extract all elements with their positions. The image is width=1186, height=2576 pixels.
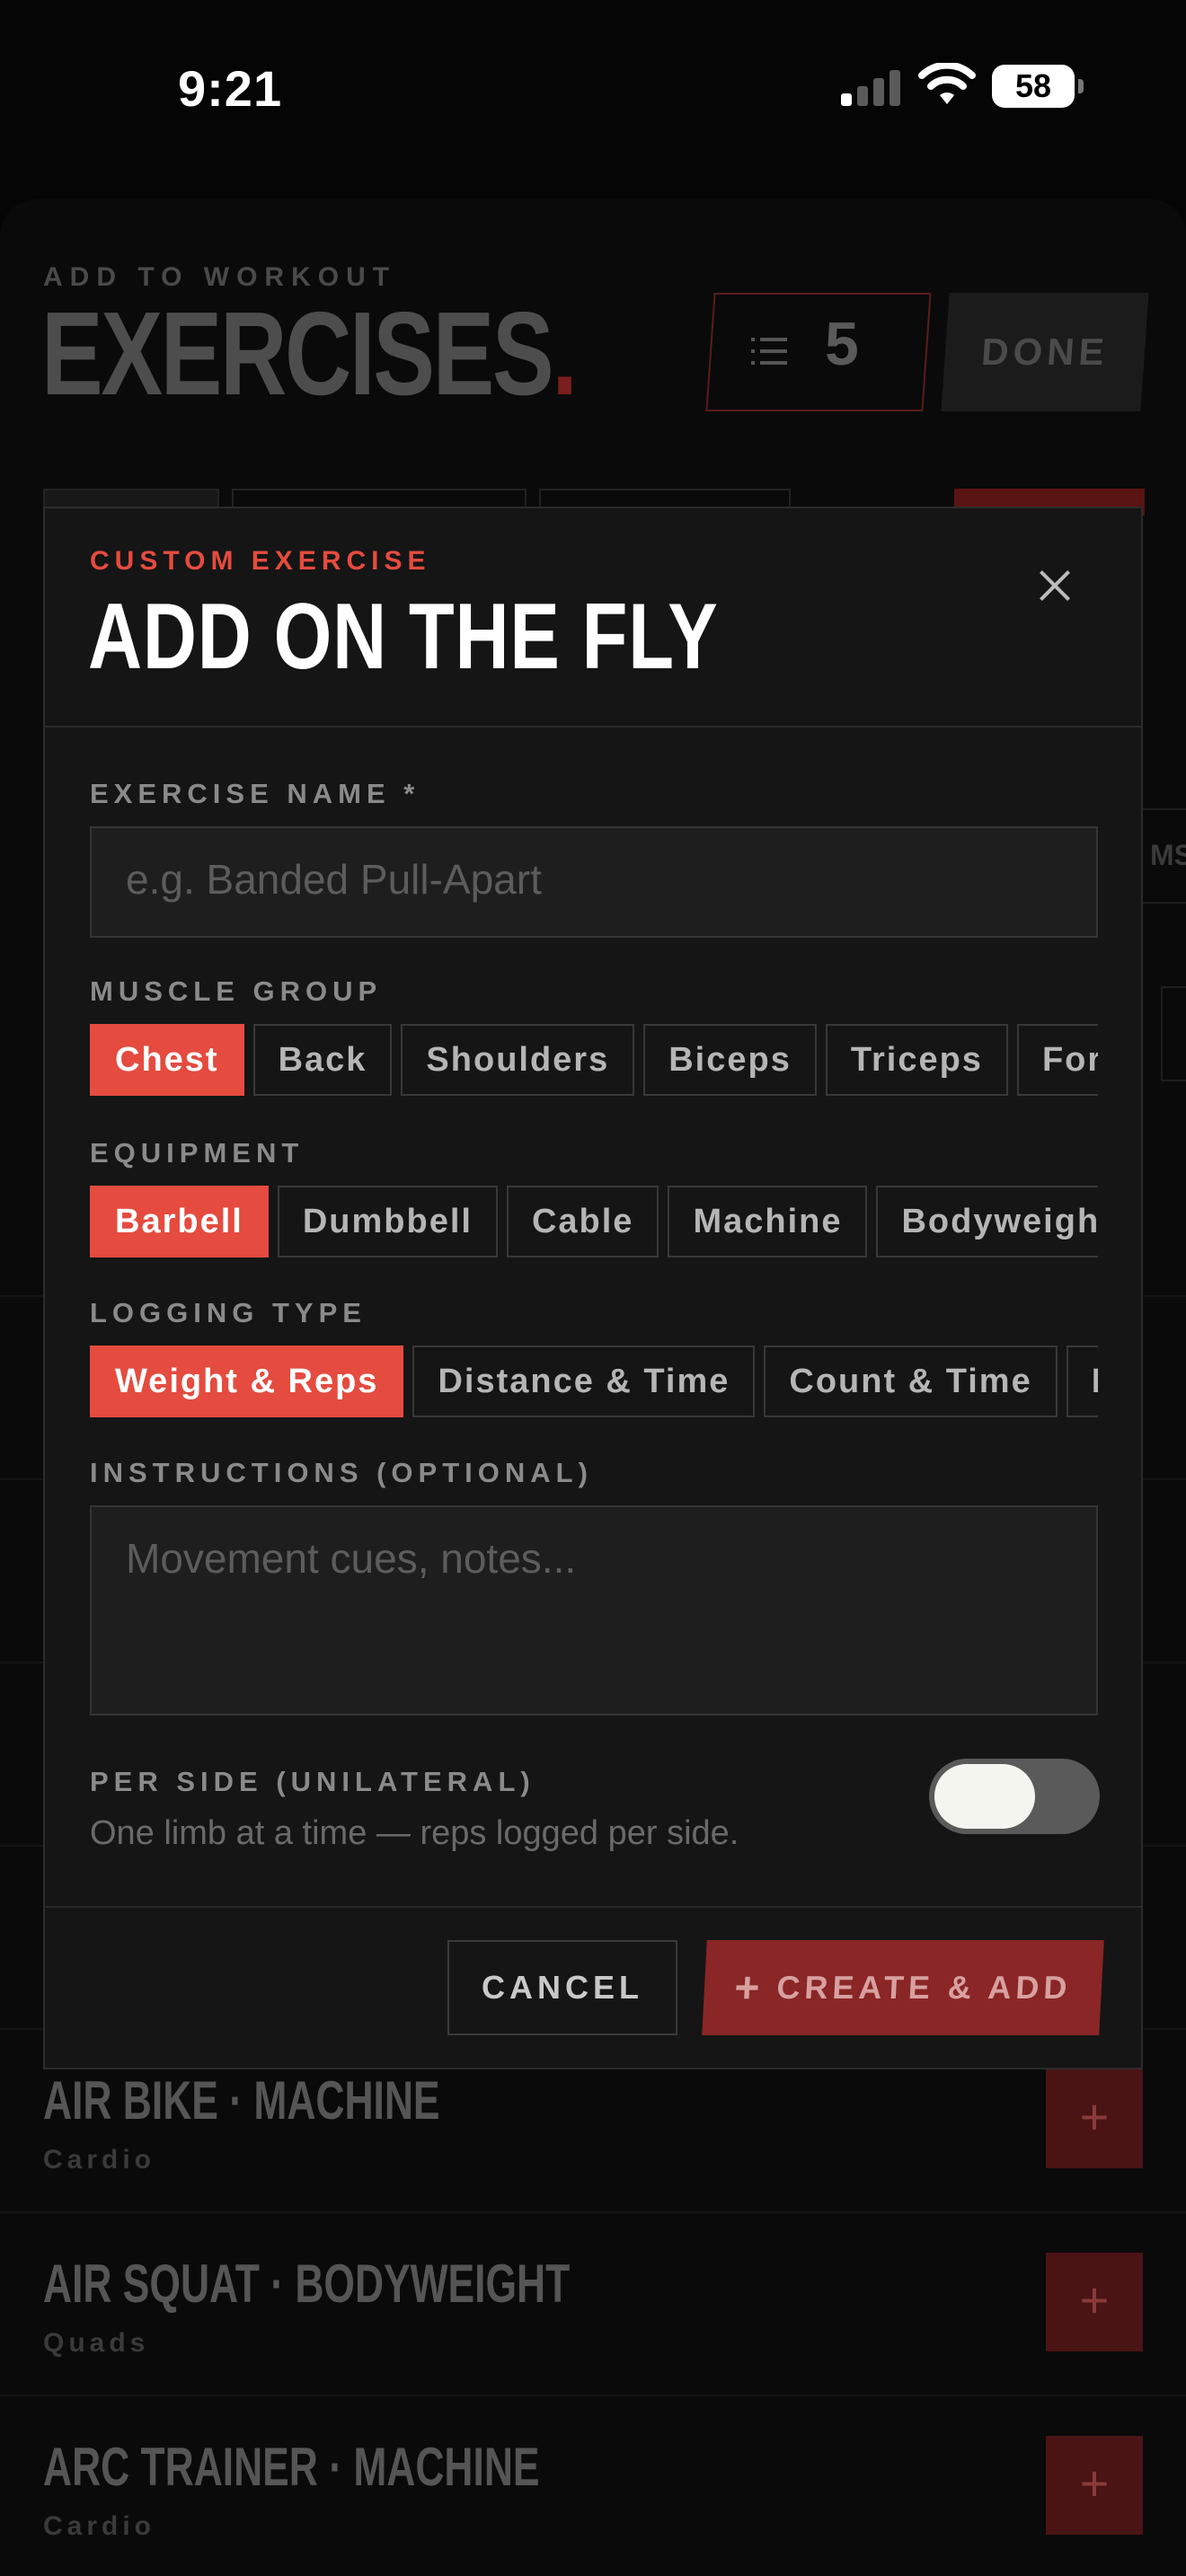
chip-biceps[interactable]: Biceps — [643, 1024, 817, 1096]
logging-type-chips: Weight & Reps Distance & Time Count & Time… — [90, 1345, 1098, 1421]
chip-bodyweight[interactable]: Bodyweight — [876, 1186, 1098, 1257]
muscle-group-label: MUSCLE GROUP — [90, 975, 383, 1007]
logging-type-label: LOGGING TYPE — [90, 1297, 367, 1328]
selected-count-button[interactable] — [705, 293, 932, 411]
custom-exercise-modal: CUSTOM EXERCISE ADD ON THE FLY EXERCISE … — [43, 507, 1143, 2069]
exercise-muscle: Quads — [43, 2328, 150, 2358]
chip-hold[interactable]: Hold — [1066, 1345, 1098, 1417]
status-bar: 9:21 58 — [0, 0, 1186, 171]
toggle-knob — [934, 1764, 1035, 1829]
cellular-signal-icon — [841, 68, 900, 106]
equipment-label: EQUIPMENT — [90, 1137, 305, 1169]
create-and-add-label: CREATE & ADD — [775, 1969, 1073, 2006]
exercise-title: AIR SQUAT · BODYWEIGHT — [43, 2254, 571, 2314]
muscle-group-chips: ChestBackShouldersBicepsTricepsForearms — [90, 1024, 1098, 1099]
add-exercise-button[interactable]: + — [1046, 2253, 1143, 2351]
modal-footer-divider — [45, 1906, 1141, 1908]
exercise-name-input[interactable]: e.g. Banded Pull-Apart — [90, 826, 1098, 938]
per-side-toggle[interactable] — [929, 1759, 1100, 1834]
per-side-label: PER SIDE (UNILATERAL) — [90, 1766, 535, 1797]
battery-icon: 58 — [992, 65, 1084, 108]
modal-header: CUSTOM EXERCISE ADD ON THE FLY — [45, 508, 1141, 728]
modal-title: ADD ON THE FLY — [88, 585, 719, 689]
filter-tab-partial[interactable]: MS — [1141, 808, 1186, 904]
equipment-chips: Barbell Dumbbell Cable Machine Bodyweight — [90, 1186, 1098, 1261]
done-button[interactable]: DONE — [941, 293, 1149, 411]
chip-barbell[interactable]: Barbell — [90, 1186, 269, 1257]
cancel-button[interactable]: CANCEL — [447, 1940, 677, 2035]
filter-tab-partial[interactable] — [1161, 986, 1186, 1081]
chip-shoulders[interactable]: Shoulders — [401, 1024, 635, 1096]
list-item[interactable]: AIR SQUAT · BODYWEIGHT Quads + — [0, 2235, 1186, 2418]
chip-triceps[interactable]: Triceps — [825, 1024, 1008, 1096]
instructions-textarea[interactable]: Movement cues, notes... — [90, 1505, 1098, 1716]
chip-machine[interactable]: Machine — [668, 1186, 868, 1257]
status-time: 9:21 — [178, 60, 283, 117]
chip-cable[interactable]: Cable — [506, 1186, 659, 1257]
modal-eyebrow: CUSTOM EXERCISE — [90, 546, 431, 576]
chip-chest[interactable]: Chest — [90, 1024, 244, 1096]
chip-weight-reps[interactable]: Weight & Reps — [90, 1345, 404, 1417]
chip-forearms[interactable]: Forearms — [1016, 1024, 1098, 1096]
plus-icon: + — [733, 1964, 766, 2012]
exercise-title: AIR BIKE · MACHINE — [43, 2070, 440, 2130]
chip-count-time[interactable]: Count & Time — [764, 1345, 1058, 1417]
exercise-muscle: Cardio — [43, 2511, 156, 2541]
list-item[interactable]: ARC TRAINER · MACHINE Cardio + — [0, 2418, 1186, 2576]
create-and-add-button[interactable]: + CREATE & ADD — [702, 1940, 1104, 2035]
chip-back[interactable]: Back — [252, 1024, 393, 1096]
selected-count: 5 — [825, 310, 859, 378]
add-exercise-button[interactable]: + — [1046, 2436, 1143, 2535]
chip-distance-time[interactable]: Distance & Time — [412, 1345, 756, 1417]
wifi-icon — [918, 63, 976, 104]
list-icon — [751, 338, 787, 366]
exercise-title: ARC TRAINER · MACHINE — [43, 2437, 540, 2497]
exercise-muscle: Cardio — [43, 2145, 156, 2175]
list-item[interactable]: AIR BIKE · MACHINE Cardio + — [0, 2051, 1186, 2235]
close-icon[interactable] — [1033, 564, 1076, 607]
exercise-name-label: EXERCISE NAME * — [90, 778, 420, 809]
page-title: EXERCISES. — [41, 287, 578, 419]
per-side-hint: One limb at a time — reps logged per sid… — [90, 1814, 739, 1852]
add-exercise-button[interactable]: + — [1046, 2069, 1143, 2168]
instructions-label: INSTRUCTIONS (OPTIONAL) — [90, 1457, 593, 1488]
chip-dumbbell[interactable]: Dumbbell — [277, 1186, 498, 1257]
